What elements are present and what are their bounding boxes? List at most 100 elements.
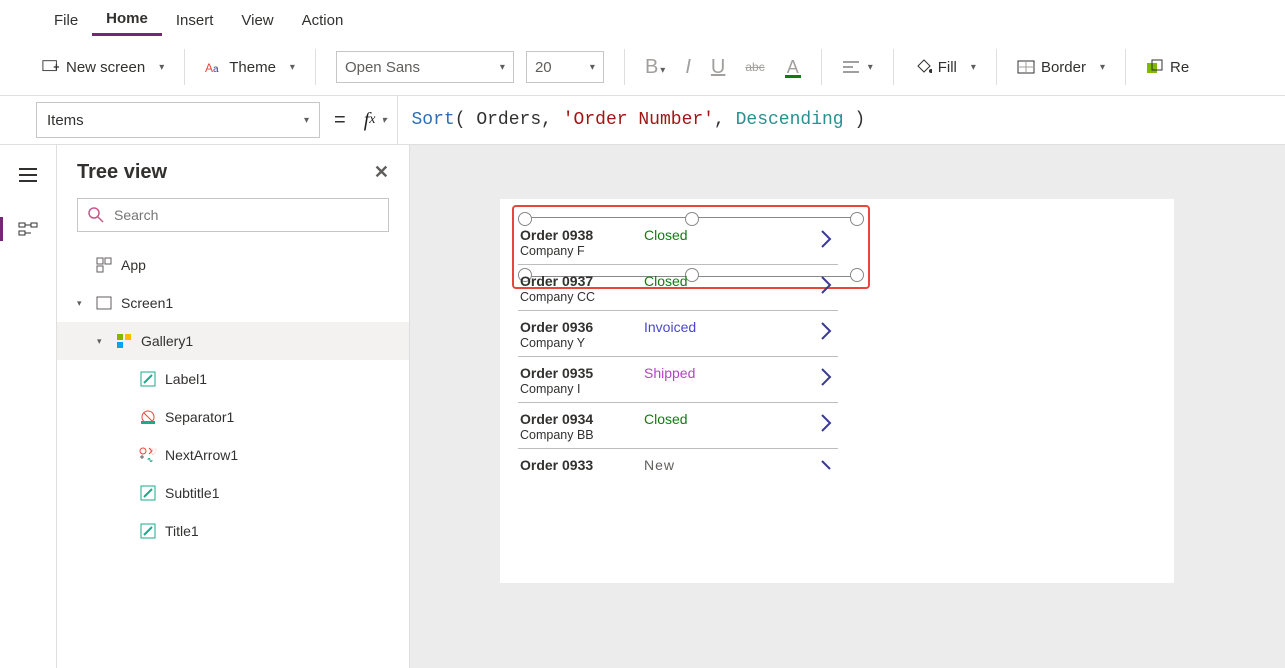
row-status: Invoiced bbox=[644, 319, 696, 335]
row-status: Closed bbox=[644, 273, 688, 289]
menu-view[interactable]: View bbox=[227, 4, 287, 35]
row-subtitle: Company BB bbox=[520, 428, 832, 442]
label-icon bbox=[139, 370, 157, 388]
font-family-value: Open Sans bbox=[345, 59, 420, 76]
theme-icon: Aa bbox=[205, 58, 223, 76]
tree-node-label: Title1 bbox=[165, 523, 199, 539]
underline-button[interactable]: U bbox=[711, 56, 725, 79]
new-screen-button[interactable]: New screen ▾ bbox=[42, 58, 164, 76]
ribbon: New screen ▾ Aa Theme ▾ Open Sans ▾ 20 ▾… bbox=[0, 39, 1285, 96]
italic-button[interactable]: I bbox=[685, 56, 691, 79]
property-selector[interactable]: Items ▾ bbox=[36, 102, 320, 138]
tree-search[interactable] bbox=[77, 198, 389, 232]
property-value: Items bbox=[47, 112, 84, 129]
paint-bucket-icon bbox=[914, 58, 932, 76]
reorder-button[interactable]: Re bbox=[1146, 58, 1189, 76]
tree-node-gallery1[interactable]: ▾ Gallery1 bbox=[57, 322, 409, 360]
chevron-right-icon[interactable] bbox=[820, 413, 832, 433]
chevron-down-icon: ▾ bbox=[290, 62, 295, 73]
gallery-control[interactable]: Order 0938 Company F Closed Order 0937 C… bbox=[518, 219, 838, 480]
label-icon bbox=[139, 484, 157, 502]
svg-text:♡: ♡ bbox=[149, 447, 157, 457]
formula-bar: Items ▾ = fx ▾ Sort( Orders, 'Order Numb… bbox=[0, 96, 1285, 145]
chevron-right-icon[interactable] bbox=[820, 321, 832, 341]
chevron-right-icon[interactable] bbox=[820, 275, 832, 295]
tree-search-input[interactable] bbox=[112, 206, 378, 224]
tree-node-subtitle1[interactable]: Subtitle1 bbox=[57, 474, 409, 512]
tree-node-separator1[interactable]: Separator1 bbox=[57, 398, 409, 436]
gallery-row[interactable]: Order 0936 Company Y Invoiced bbox=[518, 311, 838, 357]
app-preview[interactable]: Order 0938 Company F Closed Order 0937 C… bbox=[500, 199, 1174, 583]
icon-set-icon: ♡ bbox=[139, 446, 157, 464]
left-rail bbox=[0, 145, 57, 668]
tree-node-label: Separator1 bbox=[165, 409, 234, 425]
new-screen-label: New screen bbox=[66, 59, 145, 76]
tree-node-title1[interactable]: Title1 bbox=[57, 512, 409, 550]
fill-button[interactable]: Fill ▾ bbox=[914, 58, 976, 76]
row-title: Order 0933 bbox=[520, 457, 832, 473]
tree-node-screen1[interactable]: ▾ Screen1 bbox=[57, 284, 409, 322]
gallery-row[interactable]: Order 0934 Company BB Closed bbox=[518, 403, 838, 449]
gallery-row[interactable]: Order 0937 Company CC Closed bbox=[518, 265, 838, 311]
tree-node-label: NextArrow1 bbox=[165, 447, 238, 463]
border-icon bbox=[1017, 58, 1035, 76]
main-area: Tree view ✕ App ▾ Screen1 bbox=[0, 145, 1285, 668]
caret-icon: ▾ bbox=[97, 336, 107, 347]
tree-list: App ▾ Screen1 ▾ Gallery1 Lab bbox=[57, 242, 409, 550]
tree-view-title: Tree view bbox=[77, 161, 167, 184]
strike-button[interactable]: abc bbox=[745, 60, 764, 74]
chevron-right-icon[interactable] bbox=[820, 367, 832, 387]
tree-node-label: Gallery1 bbox=[141, 333, 193, 349]
tree-node-label1[interactable]: Label1 bbox=[57, 360, 409, 398]
chevron-down-icon: ▾ bbox=[500, 62, 505, 73]
menu-file[interactable]: File bbox=[40, 4, 92, 35]
row-subtitle: Company F bbox=[520, 244, 832, 258]
separator-icon bbox=[139, 408, 157, 426]
close-icon[interactable]: ✕ bbox=[374, 162, 389, 183]
gallery-row[interactable]: Order 0935 Company I Shipped bbox=[518, 357, 838, 403]
row-status: Closed bbox=[644, 227, 688, 243]
hamburger-button[interactable] bbox=[12, 159, 44, 191]
border-button[interactable]: Border ▾ bbox=[1017, 58, 1105, 76]
menu-home[interactable]: Home bbox=[92, 2, 162, 36]
search-icon bbox=[88, 207, 104, 223]
chevron-right-icon[interactable] bbox=[820, 459, 832, 479]
screen-icon bbox=[95, 294, 113, 312]
svg-text:A: A bbox=[205, 61, 213, 74]
font-color-button[interactable]: A bbox=[785, 57, 801, 78]
formula-input[interactable]: Sort( Orders, 'Order Number', Descending… bbox=[398, 96, 1285, 144]
gallery-row[interactable]: Order 0933 New bbox=[518, 449, 838, 480]
tree-node-app[interactable]: App bbox=[57, 246, 409, 284]
tree-node-label: Label1 bbox=[165, 371, 207, 387]
label-icon bbox=[139, 522, 157, 540]
chevron-down-icon: ▾ bbox=[971, 62, 976, 73]
row-subtitle: Company CC bbox=[520, 290, 832, 304]
theme-label: Theme bbox=[229, 59, 276, 76]
bold-button[interactable]: B▾ bbox=[645, 56, 665, 79]
chevron-down-icon: ▾ bbox=[304, 115, 309, 126]
svg-text:a: a bbox=[213, 64, 219, 74]
menu-insert[interactable]: Insert bbox=[162, 4, 228, 35]
border-label: Border bbox=[1041, 59, 1086, 76]
chevron-down-icon: ▾ bbox=[868, 62, 873, 73]
chevron-down-icon: ▾ bbox=[381, 115, 386, 126]
reorder-label: Re bbox=[1170, 59, 1189, 76]
font-size-combo[interactable]: 20 ▾ bbox=[526, 51, 604, 83]
menu-action[interactable]: Action bbox=[288, 4, 358, 35]
tree-node-nextarrow1[interactable]: ♡ NextArrow1 bbox=[57, 436, 409, 474]
tree-node-label: Screen1 bbox=[121, 295, 173, 311]
row-status: Shipped bbox=[644, 365, 695, 381]
gallery-row[interactable]: Order 0938 Company F Closed bbox=[518, 219, 838, 265]
tree-view-rail-button[interactable] bbox=[12, 213, 44, 245]
chevron-down-icon: ▾ bbox=[159, 62, 164, 73]
theme-button[interactable]: Aa Theme ▾ bbox=[205, 58, 295, 76]
reorder-icon bbox=[1146, 58, 1164, 76]
chevron-right-icon[interactable] bbox=[820, 229, 832, 249]
canvas[interactable]: Order 0938 Company F Closed Order 0937 C… bbox=[410, 145, 1285, 668]
font-family-combo[interactable]: Open Sans ▾ bbox=[336, 51, 514, 83]
menubar: File Home Insert View Action bbox=[0, 0, 1285, 39]
equals-label: = bbox=[334, 109, 346, 132]
fx-button[interactable]: fx ▾ bbox=[360, 96, 398, 144]
new-screen-icon bbox=[42, 58, 60, 76]
align-icon[interactable] bbox=[842, 58, 860, 76]
